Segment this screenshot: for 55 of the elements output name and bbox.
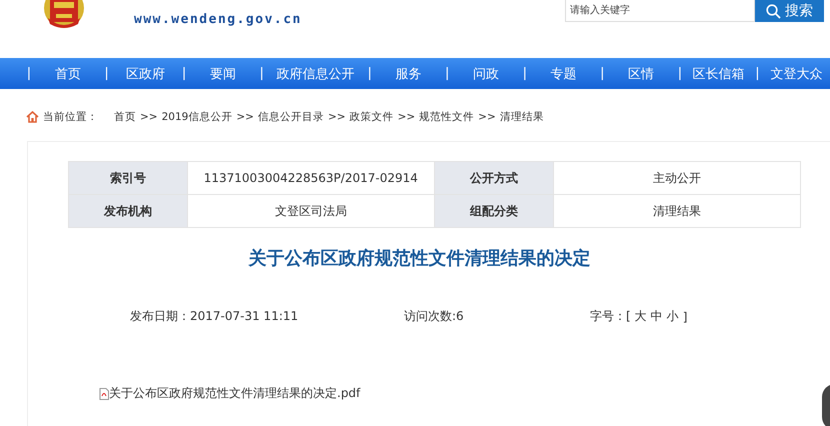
table-cell: 主动公开: [553, 162, 800, 194]
nav-separator: |: [754, 66, 761, 81]
font-size-bracket: ]: [682, 310, 688, 324]
table-cell: 清理结果: [553, 194, 800, 228]
table-cell: 文登区司法局: [187, 194, 434, 228]
nav-separator: |: [366, 66, 373, 81]
font-size-link[interactable]: 小: [666, 308, 679, 325]
breadcrumb-link[interactable]: 规范性文件: [419, 110, 474, 124]
nav-separator: |: [180, 66, 188, 81]
nav-separator: |: [258, 66, 265, 81]
breadcrumb-link[interactable]: 2019信息公开: [162, 110, 232, 124]
nav-link[interactable]: 专题: [530, 64, 598, 82]
home-icon: [26, 111, 39, 123]
search-button[interactable]: 搜索: [755, 0, 824, 22]
nav-separator: |: [103, 66, 110, 81]
font-size-link[interactable]: 大: [634, 308, 647, 325]
nav-link[interactable]: 首页: [34, 64, 102, 82]
nav-separator: |: [444, 66, 450, 81]
table-header-cell: 索引号: [68, 162, 188, 194]
table-header-cell: 发布机构: [68, 194, 188, 228]
breadcrumb-link[interactable]: 清理结果: [500, 110, 544, 124]
nav-link[interactable]: 文登大众: [762, 64, 830, 82]
table-cell: 11371003004228563P/2017-02914: [187, 162, 434, 194]
nav-link[interactable]: 区情: [607, 64, 675, 82]
breadcrumb-separator: >>: [236, 111, 254, 123]
font-size-link[interactable]: 中: [650, 308, 663, 325]
nav-link[interactable]: 区长信箱: [684, 64, 752, 82]
breadcrumb-separator: >>: [398, 111, 416, 123]
search-field[interactable]: 请输入关键字: [565, 0, 755, 22]
breadcrumb-link[interactable]: 政策文件: [350, 110, 394, 124]
nav-separator: |: [26, 66, 32, 81]
breadcrumb-separator: >>: [140, 111, 158, 123]
nav-link[interactable]: 问政: [452, 64, 520, 82]
breadcrumb-label: 当前位置：: [43, 110, 98, 124]
table-header-cell: 组配分类: [434, 194, 554, 228]
visit-count: 访问次数:6: [404, 308, 465, 325]
attachment-link[interactable]: 关于公布区政府规范性文件清理结果的决定.pdf: [109, 385, 360, 402]
site-url: www.wendeng.gov.cn: [134, 12, 302, 27]
nav-separator: |: [599, 66, 606, 81]
breadcrumb-link[interactable]: 首页: [114, 110, 136, 124]
article-title: 关于公布区政府规范性文件清理结果的决定: [247, 247, 592, 270]
nav-separator: |: [676, 66, 684, 81]
nav-link[interactable]: 要闻: [189, 64, 257, 82]
nav-separator: |: [522, 66, 528, 81]
nav-link[interactable]: 政府信息公开: [266, 64, 365, 82]
nav-link[interactable]: 区政府: [112, 64, 180, 82]
search-icon: [766, 4, 781, 18]
nav-link[interactable]: 服务: [374, 64, 442, 82]
publish-date: 发布日期：2017-07-31 11:11: [130, 308, 300, 325]
breadcrumb-separator: >>: [478, 111, 496, 123]
font-size-label: 字号：[: [590, 308, 631, 325]
breadcrumb-separator: >>: [328, 111, 346, 123]
table-header-cell: 公开方式: [434, 162, 554, 194]
pdf-file-icon: [99, 388, 109, 400]
breadcrumb-link[interactable]: 信息公开目录: [258, 110, 324, 124]
